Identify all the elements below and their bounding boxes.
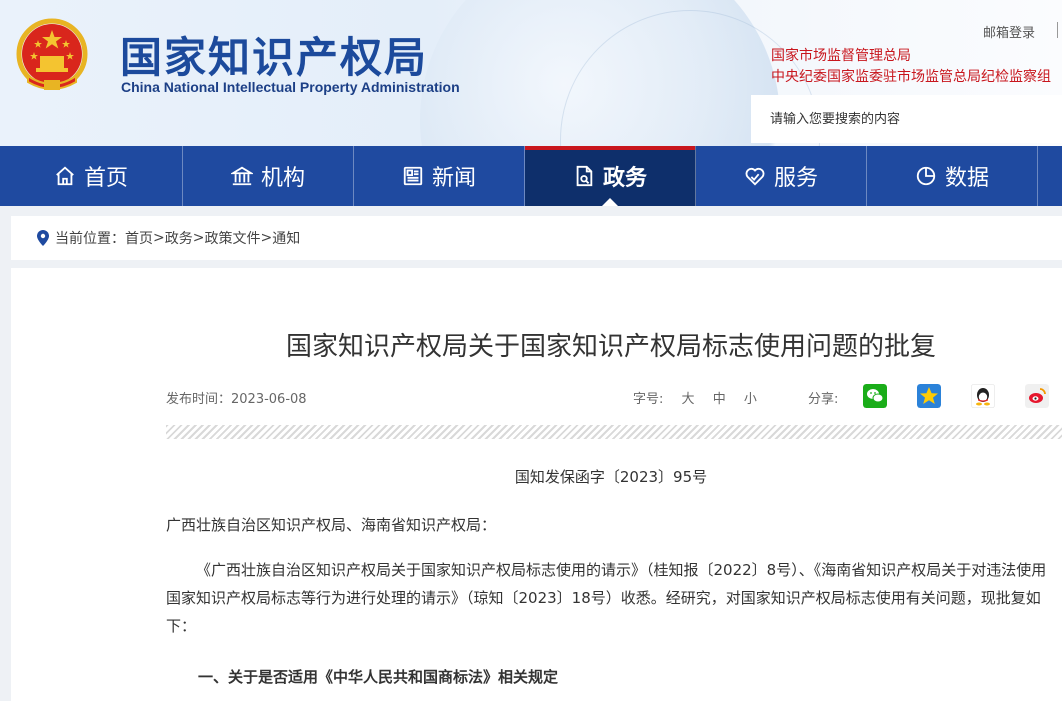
nav-label: 机构 — [260, 166, 305, 191]
share-label: 分享: — [808, 392, 839, 407]
publish-date: 发布时间：2023-06-08 — [166, 392, 307, 407]
nav-item-government-affairs[interactable]: 政务 — [525, 146, 696, 206]
breadcrumb-notice[interactable]: 通知 — [272, 228, 300, 248]
font-size-control: 字号: 大 中 小 — [633, 388, 757, 407]
institution-icon — [230, 166, 253, 186]
nav-label: 首页 — [83, 166, 128, 191]
nav-label: 数据 — [944, 166, 989, 191]
news-icon — [403, 166, 423, 186]
nav-label: 服务 — [773, 166, 818, 191]
article-container: 国家知识产权局关于国家知识产权局标志使用问题的批复 发布时间：2023-06-0… — [11, 268, 1062, 701]
nav-item-news[interactable]: 新闻 — [354, 146, 525, 206]
weibo-icon[interactable] — [1025, 384, 1049, 408]
breadcrumb-home[interactable]: 首页 — [125, 228, 153, 248]
breadcrumb-separator: > — [192, 230, 205, 246]
nav-item-service[interactable]: 服务 — [696, 146, 867, 206]
nav-label: 新闻 — [431, 166, 476, 191]
document-number: 国知发保函字〔2023〕95号 — [514, 468, 708, 486]
section-heading: 一、关于是否适用《中华人民共和国商标法》相关规定 — [198, 668, 559, 686]
national-emblem-icon[interactable] — [14, 18, 90, 96]
location-pin-icon — [37, 230, 49, 246]
service-icon — [745, 167, 765, 186]
font-size-label: 字号: — [633, 392, 664, 407]
nav-item-home[interactable]: 首页 — [0, 146, 183, 206]
header-divider — [1057, 22, 1058, 38]
breadcrumb-prefix: 当前位置： — [55, 231, 125, 247]
government-affairs-icon — [576, 165, 593, 187]
article-paragraph: 《广西壮族自治区知识产权局关于国家知识产权局标志使用的请示》（桂知报〔2022〕… — [166, 561, 1047, 635]
divider-hatch — [166, 425, 1062, 439]
font-size-small[interactable]: 小 — [744, 392, 757, 407]
article-title: 国家知识产权局关于国家知识产权局标志使用问题的批复 — [285, 332, 936, 362]
nav-label: 政务 — [602, 166, 647, 191]
main-nav: 首页 机构 新闻 政务 服务 数据 — [0, 146, 1062, 206]
data-pie-icon — [916, 166, 936, 186]
breadcrumb-separator: > — [153, 230, 165, 246]
qq-icon[interactable] — [971, 384, 995, 408]
breadcrumb-government-affairs[interactable]: 政务 — [165, 228, 193, 248]
home-icon — [56, 166, 74, 186]
samr-link[interactable]: 国家市场监督管理总局 — [771, 45, 911, 65]
mail-login-link[interactable]: 邮箱登录 — [983, 22, 1035, 41]
nav-item-institution[interactable]: 机构 — [183, 146, 354, 206]
font-size-medium[interactable]: 中 — [713, 392, 726, 407]
site-header: 国家知识产权局 China National Intellectual Prop… — [0, 0, 1062, 146]
font-size-large[interactable]: 大 — [682, 392, 695, 407]
breadcrumb-separator: > — [260, 230, 273, 246]
breadcrumb: 当前位置： 首页 > 政务 > 政策文件 > 通知 — [11, 216, 1062, 260]
site-title-en[interactable]: China National Intellectual Property Adm… — [121, 79, 460, 95]
search-input[interactable] — [751, 95, 1062, 143]
addressee: 广西壮族自治区知识产权局、海南省知识产权局： — [166, 516, 497, 534]
nav-item-data[interactable]: 数据 — [867, 146, 1038, 206]
breadcrumb-policy-documents[interactable]: 政策文件 — [204, 228, 260, 248]
qzone-icon[interactable] — [917, 384, 941, 408]
discipline-inspection-link[interactable]: 中央纪委国家监委驻市场监管总局纪检监察组 — [771, 66, 1051, 86]
wechat-icon[interactable] — [863, 384, 887, 408]
site-title-cn[interactable]: 国家知识产权局 — [120, 24, 428, 85]
